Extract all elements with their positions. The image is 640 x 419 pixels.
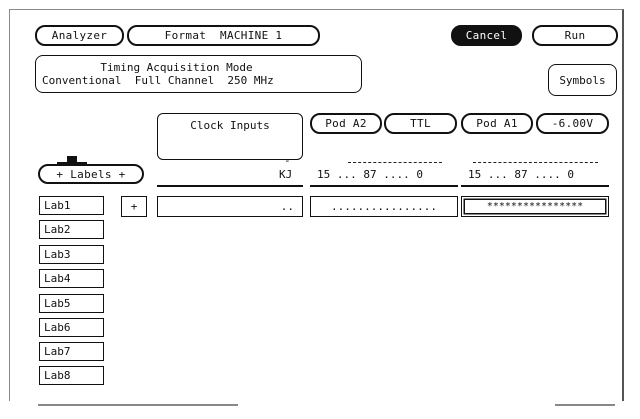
labels-scroll-button[interactable]: + Labels + [38, 164, 144, 184]
pod-a1-button[interactable]: Pod A1 [461, 113, 533, 134]
label-lab7[interactable]: Lab7 [39, 342, 104, 361]
pod-a1-dashes [473, 162, 598, 163]
polarity-button[interactable]: + [121, 196, 147, 217]
mode-title: Timing Acquisition Mode [100, 61, 253, 74]
header-underline [157, 185, 303, 187]
pod-a1-bit-header: 15 ... 87 .... 0 [468, 168, 574, 181]
pod-a2-bit-header: 15 ... 87 .... 0 [317, 168, 423, 181]
mode-details: Conventional Full Channel 250 MHz [42, 74, 274, 87]
pod-a1-threshold-button[interactable]: -6.00V [536, 113, 609, 134]
pod-a2-assignment-field[interactable]: ................ [310, 196, 458, 217]
label-lab5[interactable]: Lab5 [39, 294, 104, 313]
bottom-divider [555, 404, 615, 406]
header-underline [461, 185, 609, 187]
clock-column-header: KJ [279, 168, 293, 181]
label-lab1[interactable]: Lab1 [39, 196, 104, 215]
symbols-button[interactable]: Symbols [548, 64, 617, 96]
pod-a2-button[interactable]: Pod A2 [310, 113, 382, 134]
header-underline [310, 185, 458, 187]
pod-a1-assignment-field[interactable]: **************** [461, 196, 609, 217]
label-lab4[interactable]: Lab4 [39, 269, 104, 288]
pod-a2-dashes [348, 162, 442, 163]
label-lab2[interactable]: Lab2 [39, 220, 104, 239]
analyzer-button[interactable]: Analyzer [35, 25, 124, 46]
label-lab3[interactable]: Lab3 [39, 245, 104, 264]
clock-tick-marker: - [284, 154, 291, 167]
run-button[interactable]: Run [532, 25, 618, 46]
format-menu-button[interactable]: Format MACHINE 1 [127, 25, 320, 46]
label-lab6[interactable]: Lab6 [39, 318, 104, 337]
acquisition-mode-box[interactable]: Timing Acquisition Mode Conventional Ful… [35, 55, 362, 93]
label-lab8[interactable]: Lab8 [39, 366, 104, 385]
clock-assignment-field[interactable]: .. [157, 196, 303, 217]
pod-a2-threshold-button[interactable]: TTL [384, 113, 457, 134]
clock-inputs-box[interactable]: Clock Inputs [157, 113, 303, 160]
bottom-divider [38, 404, 238, 406]
cancel-button[interactable]: Cancel [451, 25, 522, 46]
